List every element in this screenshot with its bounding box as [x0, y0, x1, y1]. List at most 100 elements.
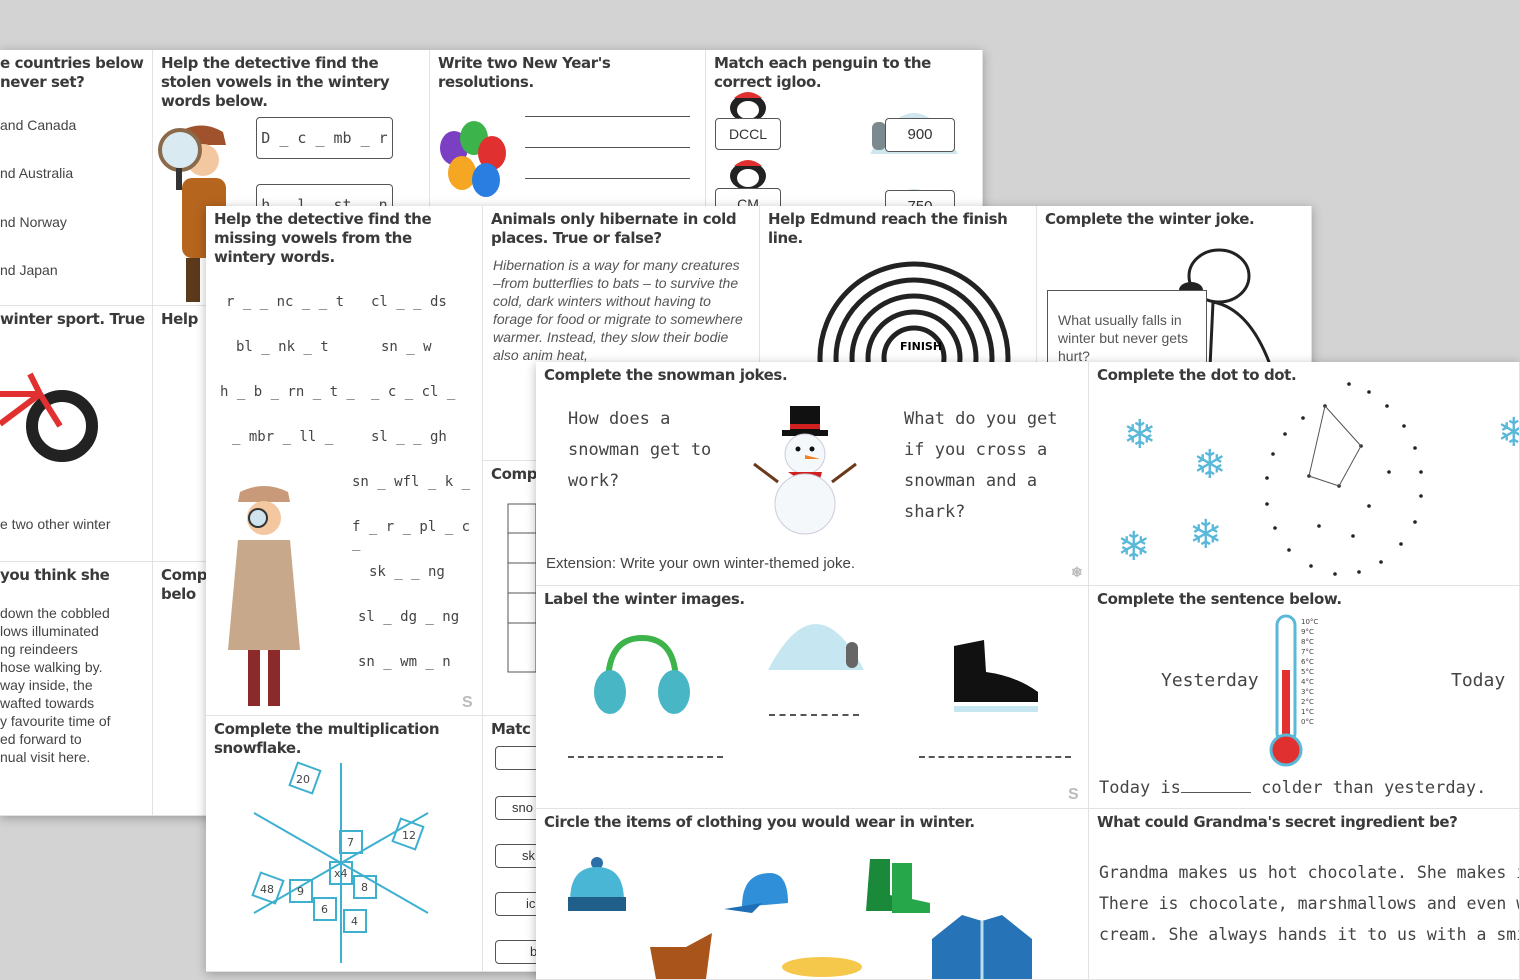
dot-to-dot-cell: Complete the dot to dot. ❄ ❄ ❄ ❄ ❄	[1089, 362, 1520, 586]
snowflake-number: 20	[296, 773, 310, 786]
vowel-word: sn _ w	[381, 339, 432, 355]
country-option: nd Norway	[0, 214, 67, 230]
vowel-word: r _ _ nc _ _ t	[226, 294, 345, 310]
answer-line[interactable]	[919, 756, 1071, 758]
sentence-line: Today is colder than yesterday.	[1099, 778, 1486, 798]
svg-text:7°C: 7°C	[1301, 648, 1314, 656]
help-question: Help	[161, 310, 199, 328]
label-images-cell: Label the winter images. S	[536, 586, 1089, 809]
sentence-blank[interactable]	[1180, 792, 1251, 793]
svg-text:2°C: 2°C	[1301, 698, 1314, 706]
clothing-cell: Circle the items of clothing you would w…	[536, 809, 1089, 980]
vowel-word-box: D _ c _ mb _ r	[256, 117, 393, 159]
snowflake-number: 48	[260, 883, 274, 896]
svg-text:3°C: 3°C	[1301, 688, 1314, 696]
detective-woman-icon	[228, 486, 300, 706]
igloo-number-box: 900	[885, 118, 955, 152]
svg-text:6°C: 6°C	[1301, 658, 1314, 666]
resolution-line[interactable]	[525, 116, 690, 117]
penguin-icon	[730, 92, 766, 120]
snowman-icon	[753, 406, 857, 535]
snowflake-icon: ❄	[1117, 525, 1151, 569]
beanie-hat-icon[interactable]	[564, 857, 630, 917]
two-other-question: e two other winter	[0, 516, 111, 532]
worksheet-front: Complete the snowman jokes. How does a sn…	[536, 362, 1520, 980]
vowel-word: sn _ wfl _ k _	[352, 474, 471, 490]
multiplication-question: Complete the multiplication snowflake.	[214, 720, 440, 757]
missing-vowels-question: Help the detective find the missing vowe…	[214, 210, 432, 266]
help-cell: Help	[153, 306, 213, 562]
clothing-question: Circle the items of clothing you would w…	[544, 813, 975, 831]
countries-cell: e countries below never set? and Canada …	[0, 50, 153, 306]
sentence-end: colder than yesterday.	[1261, 778, 1487, 798]
maze-question: Help Edmund reach the finish line.	[768, 210, 1008, 247]
svg-text:10°C: 10°C	[1301, 618, 1318, 626]
sentence-cell: Complete the sentence below. Yesterday 1…	[1089, 586, 1520, 809]
snowflake-logo-icon: ❄	[1071, 564, 1083, 580]
snowman-joke-2: What do you get if you cross a snowman and…	[904, 409, 1058, 522]
comp-cell: Comp belo	[153, 562, 213, 816]
answer-line[interactable]	[568, 756, 723, 758]
svg-text:1°C: 1°C	[1301, 708, 1314, 716]
snowflake-number: 8	[361, 881, 368, 894]
vowel-word: sk _ _ ng	[369, 564, 445, 580]
winter-sport-question: winter sport. True	[0, 310, 145, 328]
country-option: nd Australia	[0, 165, 74, 181]
dog-shoe-icon[interactable]	[646, 927, 716, 979]
thermometer-icon: 10°C 9°C 8°C 7°C 6°C 5°C 4°C 3°C 2°C 1°C 0°C	[1269, 614, 1318, 767]
snowflake-icon: ❄	[1497, 410, 1519, 456]
country-option: and Canada	[0, 117, 77, 133]
penguin-question: Match each penguin to the correct igloo.	[714, 54, 931, 91]
snowflake-center: x4	[334, 867, 348, 880]
story-question: you think she	[0, 566, 110, 584]
answer-line[interactable]	[769, 714, 859, 716]
today-label: Today	[1451, 670, 1506, 691]
resolution-line[interactable]	[525, 178, 690, 179]
svg-text:0°C: 0°C	[1301, 718, 1314, 726]
snowflake-number: 7	[347, 836, 354, 849]
vowel-word: sl _ dg _ ng	[358, 609, 460, 625]
flip-flops-icon[interactable]	[780, 953, 864, 979]
earmuffs-icon	[594, 634, 690, 714]
vowel-word: _ c _ cl _	[371, 384, 456, 400]
winter-joke-question: Complete the winter joke.	[1045, 210, 1255, 228]
snowman-joke-1: How does a snowman get to work?	[568, 409, 712, 491]
hibernate-question: Animals only hibernate in cold places. T…	[491, 210, 737, 247]
svg-text:5°C: 5°C	[1301, 668, 1314, 676]
story-text: down the cobbled lows illuminated ng reind…	[0, 605, 111, 765]
extension-text: Extension: Write your own winter-themed …	[546, 555, 856, 572]
multiplication-cell: Complete the multiplication snowflake. x…	[206, 716, 483, 972]
vowel-word: h _ b _ rn _ t _	[220, 384, 355, 400]
vowel-word: f _ r _ pl _ c _	[352, 519, 471, 551]
vowel-word: _ mbr _ ll _	[232, 429, 334, 445]
snowflake-number: 9	[297, 885, 304, 898]
logo-s-icon: S	[462, 694, 473, 711]
resolution-line[interactable]	[525, 147, 690, 148]
bike-icon	[0, 372, 98, 462]
cap-icon[interactable]	[722, 867, 796, 917]
hibernate-text: Hibernation is a way for many creatures …	[493, 257, 743, 363]
vowel-word: bl _ nk _ t	[236, 339, 329, 355]
country-option: nd Japan	[0, 262, 58, 278]
svg-text:4°C: 4°C	[1301, 678, 1314, 686]
snowflake-icon: ❄	[1189, 513, 1223, 557]
snowflake-number: 12	[402, 829, 416, 842]
ice-skate-icon	[954, 640, 1038, 712]
vowel-word: cl _ _ ds	[371, 294, 447, 310]
logo-s-icon: S	[1068, 786, 1079, 803]
boots-icon[interactable]	[862, 855, 934, 915]
vowel-word: sn _ wm _ n	[358, 654, 451, 670]
svg-text:8°C: 8°C	[1301, 638, 1314, 646]
penguin-icon	[730, 160, 766, 188]
igloo-icon	[768, 624, 864, 670]
vowel-word: sl _ _ gh	[371, 429, 447, 445]
maze-finish-label: FINISH	[900, 340, 942, 353]
winter-sport-cell: winter sport. True e two other winter	[0, 306, 153, 562]
snowflake-number: 4	[351, 915, 358, 928]
coat-icon[interactable]	[922, 909, 1042, 979]
snowman-jokes-cell: Complete the snowman jokes. How does a sn…	[536, 362, 1089, 586]
story-cell: you think she down the cobbled lows illum…	[0, 562, 153, 816]
label-images-question: Label the winter images.	[544, 590, 745, 608]
grandma-cell: What could Grandma's secret ingredient b…	[1089, 809, 1520, 980]
missing-vowels-cell: Help the detective find the missing vowe…	[206, 206, 483, 716]
